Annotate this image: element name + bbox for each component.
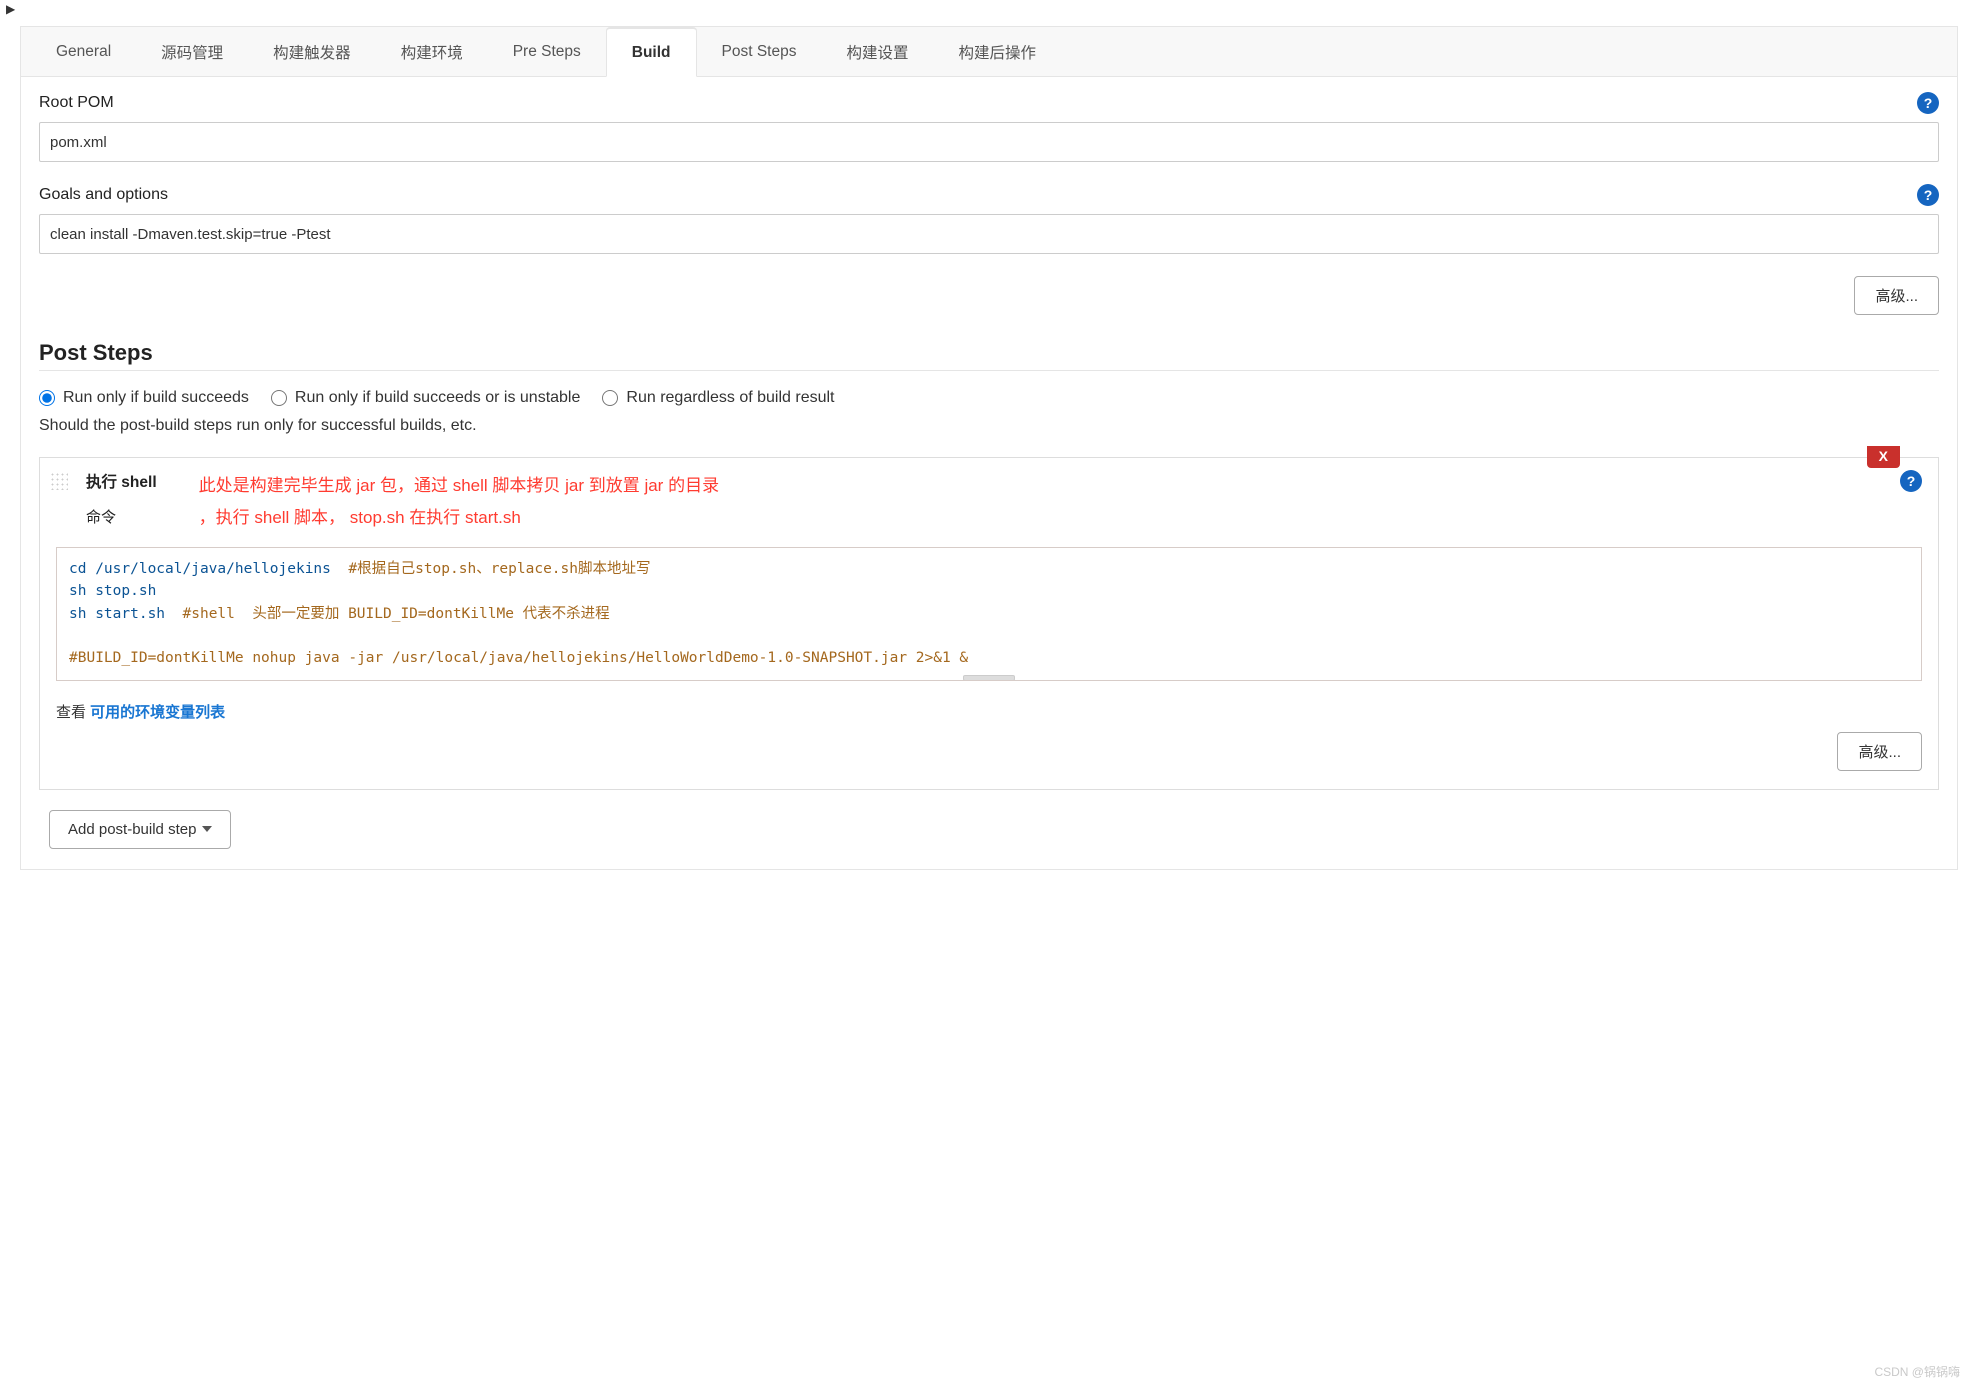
add-step-label: Add post-build step: [68, 821, 196, 838]
see-label: 查看: [56, 704, 90, 721]
post-steps-title: Post Steps: [39, 340, 1939, 366]
env-vars-row: 查看 可用的环境变量列表: [56, 701, 1922, 722]
disclosure-caret[interactable]: ▶: [0, 0, 1978, 18]
help-icon[interactable]: ?: [1900, 470, 1922, 492]
add-post-build-step-button[interactable]: Add post-build step: [49, 810, 231, 849]
annotation-line2: ，执行 shell 脚本， stop.sh 在执行 start.sh: [199, 508, 521, 527]
radio-success-input[interactable]: [39, 390, 55, 406]
help-icon[interactable]: ?: [1917, 184, 1939, 206]
root-pom-input[interactable]: [39, 122, 1939, 162]
delete-step-button[interactable]: X: [1867, 446, 1900, 468]
env-vars-link[interactable]: 可用的环境变量列表: [90, 704, 225, 721]
post-steps-hint: Should the post-build steps run only for…: [39, 417, 1939, 435]
code-l1b: #根据自己stop.sh、replace.sh脚本地址写: [348, 561, 650, 577]
annotation-line1: 此处是构建完毕生成 jar 包，通过 shell 脚本拷贝 jar 到放置 ja…: [199, 476, 719, 495]
watermark: CSDN @锅锅嗨: [1874, 1363, 1960, 1380]
post-steps-condition-radios: Run only if build succeeds Run only if b…: [39, 389, 1939, 407]
tab-settings[interactable]: 构建设置: [821, 27, 933, 77]
advanced-button[interactable]: 高级...: [1854, 276, 1939, 315]
tab-scm[interactable]: 源码管理: [136, 27, 248, 77]
tab-triggers[interactable]: 构建触发器: [248, 27, 376, 77]
command-label: 命令: [86, 506, 157, 527]
tab-bar: General 源码管理 构建触发器 构建环境 Pre Steps Build …: [21, 27, 1957, 77]
radio-regardless[interactable]: Run regardless of build result: [602, 389, 834, 407]
code-l3b: #shell 头部一定要加 BUILD_ID=dontKillMe 代表不杀进程: [183, 606, 610, 622]
drag-handle-icon[interactable]: [50, 472, 68, 490]
annotation-text: 此处是构建完毕生成 jar 包，通过 shell 脚本拷贝 jar 到放置 ja…: [199, 470, 719, 535]
tab-env[interactable]: 构建环境: [376, 27, 488, 77]
radio-success-label: Run only if build succeeds: [63, 389, 249, 407]
code-l1a: cd /usr/local/java/hellojekins: [69, 561, 348, 577]
tab-build[interactable]: Build: [606, 27, 697, 77]
code-l2: sh stop.sh: [69, 583, 156, 599]
divider: [39, 370, 1939, 371]
goals-field: Goals and options ?: [39, 184, 1939, 254]
goals-label: Goals and options: [39, 186, 168, 204]
content-area: Root POM ? Goals and options ? 高级... Pos…: [21, 77, 1957, 869]
root-pom-label: Root POM: [39, 94, 114, 112]
tab-general[interactable]: General: [31, 27, 136, 77]
help-icon[interactable]: ?: [1917, 92, 1939, 114]
radio-success[interactable]: Run only if build succeeds: [39, 389, 249, 407]
goals-input[interactable]: [39, 214, 1939, 254]
radio-unstable-input[interactable]: [271, 390, 287, 406]
chevron-down-icon: [202, 826, 212, 832]
tab-presteps[interactable]: Pre Steps: [488, 27, 606, 77]
tab-postactions[interactable]: 构建后操作: [934, 27, 1062, 77]
radio-unstable-label: Run only if build succeeds or is unstabl…: [295, 389, 581, 407]
shell-step-title: 执行 shell: [86, 470, 157, 492]
config-panel: General 源码管理 构建触发器 构建环境 Pre Steps Build …: [20, 26, 1958, 870]
radio-regardless-input[interactable]: [602, 390, 618, 406]
code-l3a: sh start.sh: [69, 606, 183, 622]
code-l4: #BUILD_ID=dontKillMe nohup java -jar /us…: [69, 650, 968, 666]
execute-shell-block: X 执行 shell 命令 此处是构建完毕生成 jar 包，通过 shell 脚…: [39, 457, 1939, 790]
radio-regardless-label: Run regardless of build result: [626, 389, 834, 407]
radio-unstable[interactable]: Run only if build succeeds or is unstabl…: [271, 389, 581, 407]
shell-advanced-button[interactable]: 高级...: [1837, 732, 1922, 771]
tab-poststeps[interactable]: Post Steps: [697, 27, 822, 77]
root-pom-field: Root POM ?: [39, 92, 1939, 162]
command-textarea[interactable]: cd /usr/local/java/hellojekins #根据自己stop…: [56, 547, 1922, 681]
